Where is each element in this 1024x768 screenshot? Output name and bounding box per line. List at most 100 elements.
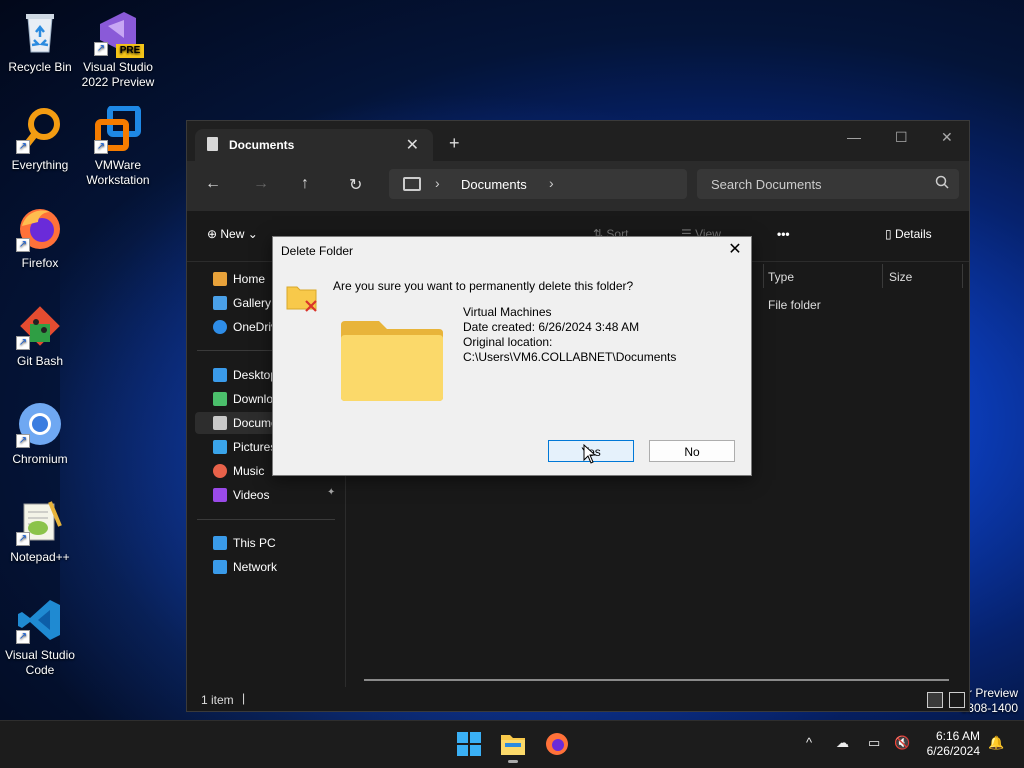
desktop-icon-vscode[interactable]: ↗ Visual Studio Code: [0, 596, 80, 678]
sidebar-item-this-pc[interactable]: This PC: [195, 532, 345, 554]
volume-muted-icon[interactable]: 🔇: [894, 735, 910, 751]
dialog-title: Delete Folder: [281, 244, 354, 258]
shortcut-arrow-icon: ↗: [16, 532, 30, 546]
no-button[interactable]: No: [649, 440, 735, 462]
pin-icon[interactable]: ✦: [327, 487, 335, 498]
column-divider: [882, 264, 883, 288]
gallery-icon: [213, 296, 227, 310]
desktop-icon-label: Notepad++: [10, 550, 70, 564]
delete-folder-icon: [286, 283, 317, 312]
onedrive-offline-icon[interactable]: ☁: [836, 735, 849, 751]
start-button[interactable]: [456, 731, 482, 757]
back-button[interactable]: ←: [205, 175, 221, 193]
active-indicator: [508, 760, 518, 763]
firefox-icon: ↗: [16, 204, 64, 252]
column-divider: [962, 264, 963, 288]
desktop-icon-label: Recycle Bin: [8, 60, 72, 74]
sidebar-item-label: Home: [233, 272, 266, 286]
desktop-icon-label: Everything: [11, 158, 69, 172]
search-box[interactable]: Search Documents: [697, 169, 959, 199]
tiles-view-icon[interactable]: [949, 692, 965, 708]
watermark-line1: r Preview: [967, 686, 1018, 700]
close-window-button[interactable]: ✕: [941, 129, 953, 146]
title-bar: Documents ✕ + — ☐ ✕: [187, 121, 969, 161]
tab-documents[interactable]: Documents ✕: [195, 129, 433, 161]
divider: [197, 519, 335, 520]
new-tab-button[interactable]: +: [449, 133, 460, 154]
close-tab-icon[interactable]: ✕: [406, 135, 419, 155]
network-icon[interactable]: ▭: [868, 735, 880, 751]
desktop-icon-git-bash[interactable]: ↗ Git Bash: [0, 302, 80, 369]
show-hidden-icons-chevron-icon[interactable]: ^: [806, 735, 812, 750]
desktop-icon-firefox[interactable]: ↗ Firefox: [0, 204, 80, 271]
documents-icon: [213, 416, 227, 430]
minimize-button[interactable]: —: [847, 129, 861, 145]
details-button[interactable]: ▯ Details: [885, 227, 932, 241]
details-pane-icon: ▯: [885, 227, 895, 241]
pictures-icon: [213, 440, 227, 454]
item-location-path: C:\Users\VM6.COLLABNET\Documents: [463, 350, 677, 364]
row-type-cell[interactable]: File folder: [768, 298, 821, 312]
breadcrumb-documents[interactable]: Documents: [461, 177, 527, 192]
details-view-icon[interactable]: [927, 692, 943, 708]
firefox-taskbar-icon[interactable]: [544, 731, 570, 757]
desktop-icon-label: Visual Studio: [5, 648, 75, 662]
desktop-icon-label-line2: Workstation: [86, 173, 150, 187]
desktop-icon-label: Visual Studio: [83, 60, 153, 74]
search-icon: [935, 175, 949, 192]
dialog-close-button[interactable]: ✕: [725, 239, 745, 261]
sidebar-item-label: Desktop: [233, 368, 278, 382]
item-date-created: Date created: 6/26/2024 3:48 AM: [463, 320, 640, 334]
item-name: Virtual Machines: [463, 305, 552, 319]
search-placeholder: Search Documents: [711, 177, 822, 192]
plus-circle-icon: ⊕: [207, 227, 221, 241]
music-icon: [213, 464, 227, 478]
chevron-right-icon[interactable]: ›: [435, 175, 440, 191]
sidebar-item-network[interactable]: Network: [195, 556, 345, 578]
sidebar-item-label: Gallery: [233, 296, 272, 310]
column-header-size[interactable]: Size: [889, 270, 912, 284]
sidebar-item-label: Network: [233, 560, 278, 574]
desktop-icon-recycle-bin[interactable]: Recycle Bin: [0, 8, 80, 75]
sidebar-item-videos[interactable]: Videos ✦: [195, 484, 345, 506]
desktop-icon-label: Firefox: [21, 256, 59, 270]
forward-button[interactable]: →: [253, 175, 269, 193]
address-bar[interactable]: › Documents ›: [389, 169, 687, 199]
notification-bell-icon[interactable]: 🔔: [988, 735, 1004, 751]
status-bar: 1 item |: [187, 687, 969, 713]
up-button[interactable]: ↑: [301, 175, 309, 193]
item-count: 1 item: [201, 693, 234, 707]
visual-studio-preview-icon: PRE ↗: [94, 8, 144, 58]
desktop-icon-notepad-plus-plus[interactable]: ↗ Notepad++: [0, 498, 80, 565]
delete-folder-dialog: Delete Folder ✕ Are you sure you want to…: [272, 236, 752, 476]
mouse-cursor-icon: [583, 443, 597, 464]
network-icon: [213, 560, 227, 574]
desktop-icon-chromium[interactable]: ↗ Chromium: [0, 400, 80, 467]
shortcut-arrow-icon: ↗: [16, 336, 30, 350]
desktop-icon-everything[interactable]: ↗ Everything: [0, 106, 80, 173]
dialog-question: Are you sure you want to permanently del…: [333, 279, 634, 293]
shortcut-arrow-icon: ↗: [16, 238, 30, 252]
chevron-down-icon: ⌄: [247, 227, 258, 241]
onedrive-icon: [213, 320, 227, 334]
desktop-icon: [213, 368, 227, 382]
new-label: New: [220, 227, 245, 241]
see-more-button[interactable]: •••: [777, 227, 790, 241]
sidebar-item-label: Music: [233, 464, 265, 478]
tab-label: Documents: [229, 138, 295, 152]
sidebar-item-label: This PC: [233, 536, 276, 550]
videos-icon: [213, 488, 227, 502]
desktop-icon-visual-studio-preview[interactable]: PRE ↗ Visual Studio 2022 Preview: [78, 8, 158, 90]
desktop-icon-vmware[interactable]: ↗ VMWare Workstation: [78, 105, 158, 188]
desktop-icon-label-line2: 2022 Preview: [81, 75, 155, 89]
maximize-button[interactable]: ☐: [895, 129, 908, 146]
notepad-plus-plus-icon: ↗: [16, 498, 64, 546]
clock[interactable]: 6:16 AM 6/26/2024: [927, 729, 980, 759]
file-explorer-taskbar-icon[interactable]: [500, 731, 526, 763]
new-button[interactable]: ⊕ New ⌄: [207, 227, 258, 241]
horizontal-scrollbar[interactable]: [364, 679, 949, 681]
vscode-icon: ↗: [16, 596, 64, 644]
refresh-button[interactable]: ↻: [349, 175, 362, 195]
column-header-type[interactable]: Type: [768, 270, 794, 284]
chevron-right-icon[interactable]: ›: [549, 175, 554, 191]
